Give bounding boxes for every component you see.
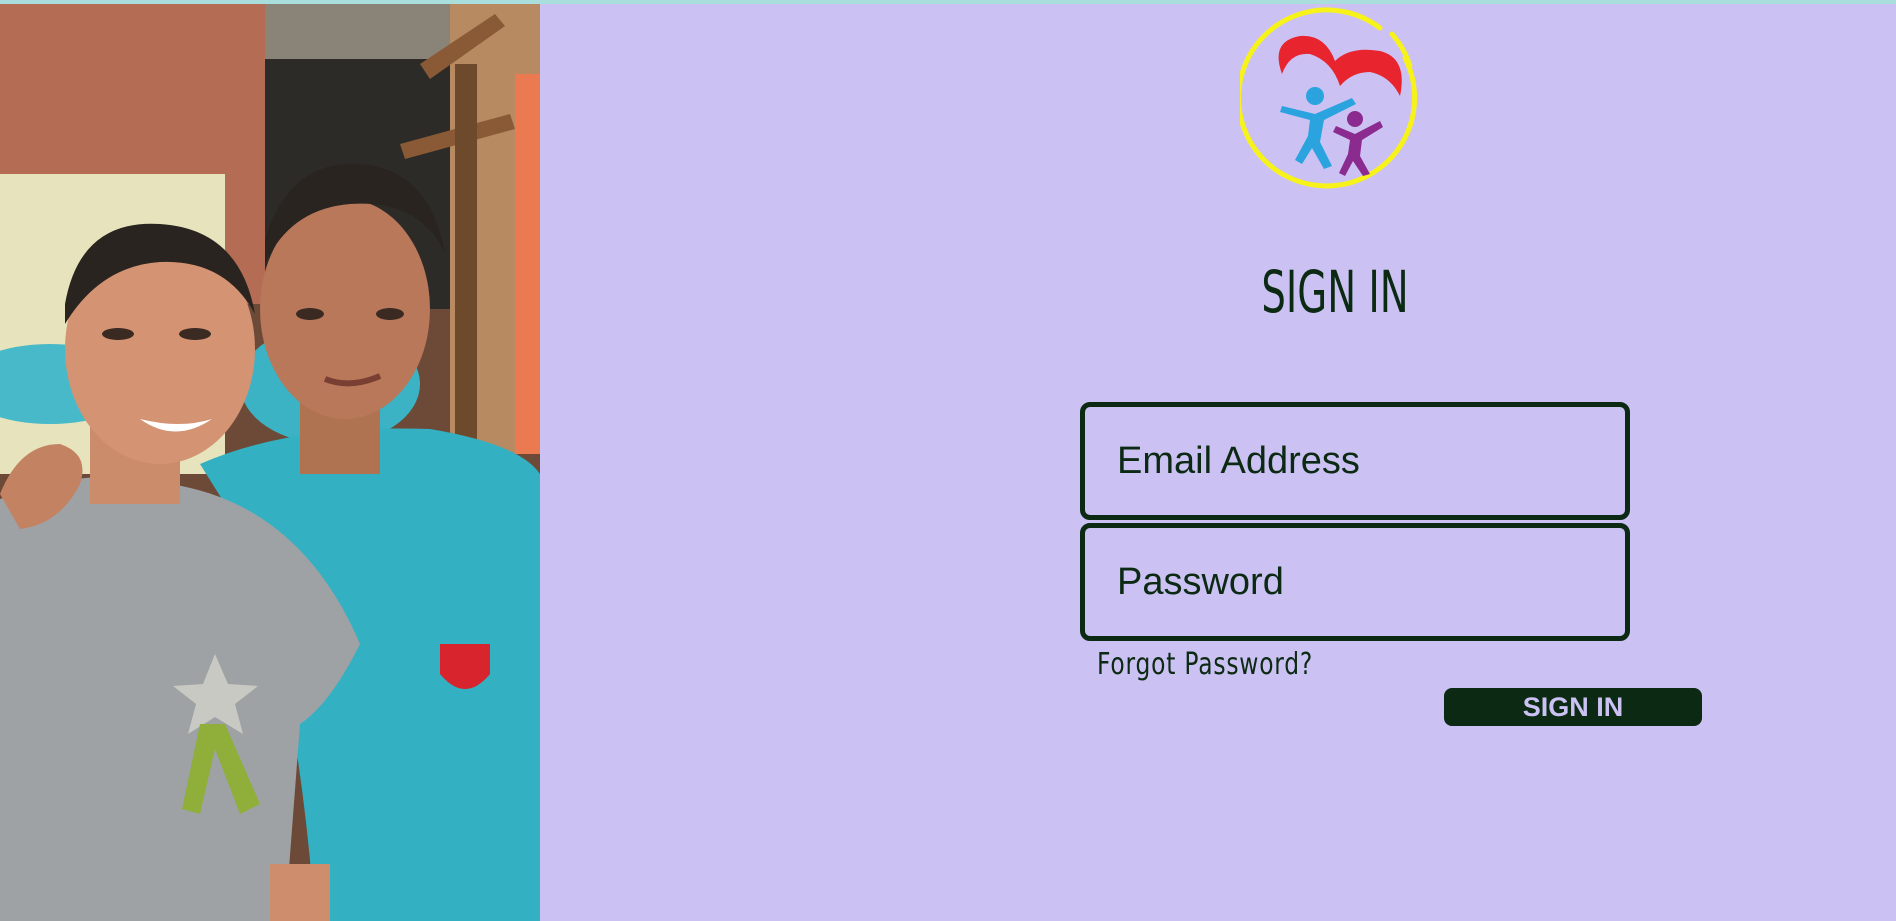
- page-title: SIGN IN: [1261, 258, 1409, 326]
- email-field[interactable]: [1080, 402, 1630, 520]
- two-women-smiling-photo: [0, 4, 540, 921]
- password-field[interactable]: [1080, 523, 1630, 641]
- forgot-password-link[interactable]: Forgot Password?: [1097, 647, 1313, 682]
- hero-photo: [0, 4, 540, 921]
- heart-family-logo-icon: [1236, 7, 1418, 189]
- sign-in-button[interactable]: SIGN IN: [1444, 688, 1702, 726]
- logo: [1236, 6, 1430, 192]
